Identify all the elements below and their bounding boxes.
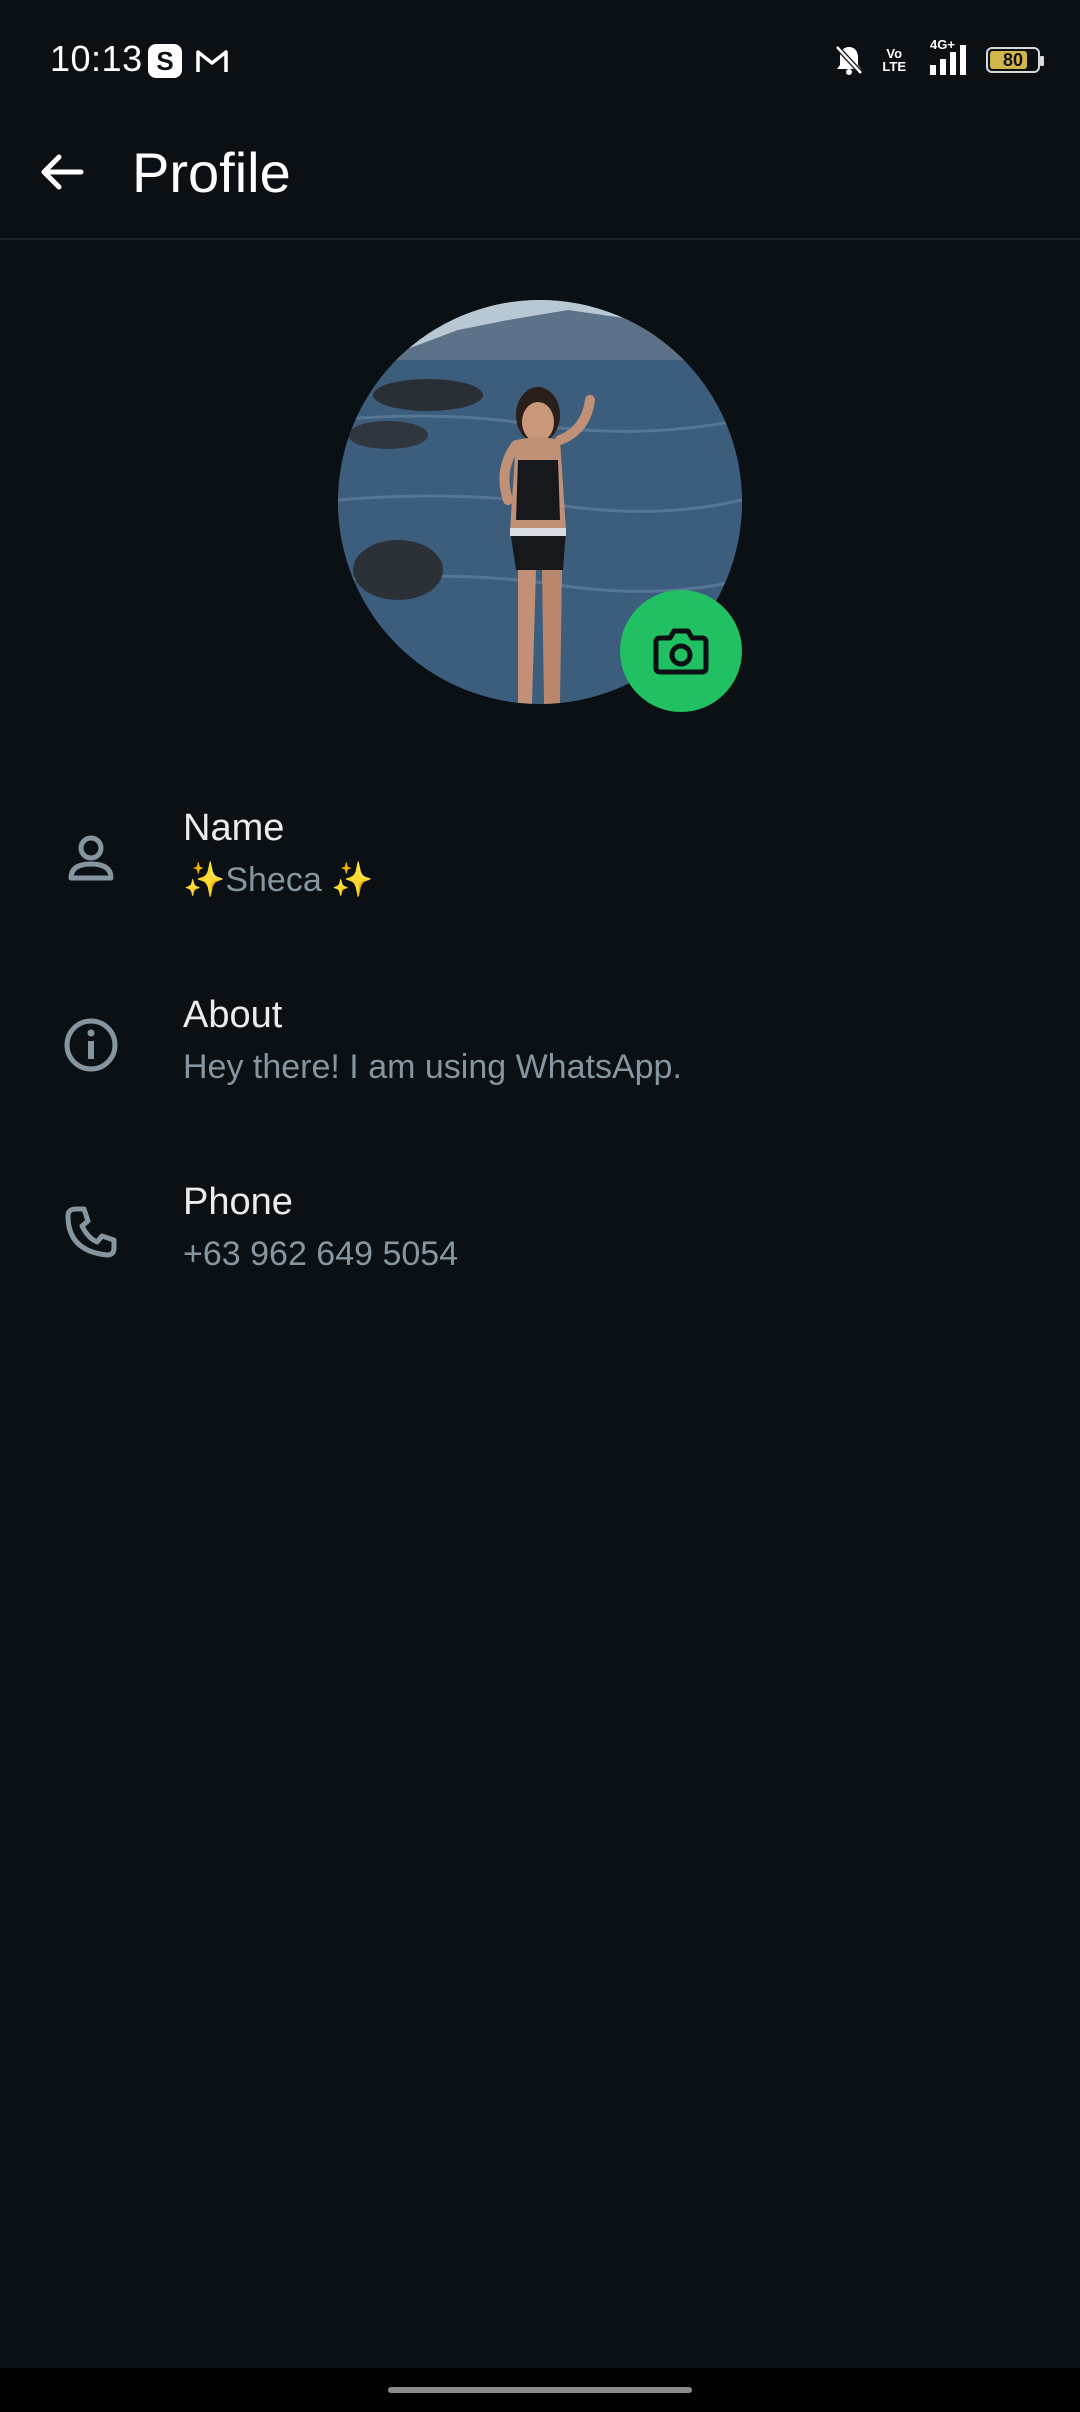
about-row[interactable]: About Hey there! I am using WhatsApp. [0,982,1080,1132]
home-indicator[interactable] [388,2387,692,2393]
name-row[interactable]: Name ✨Sheca ✨ [0,795,1080,945]
app-header: Profile [0,120,1080,240]
phone-label: Phone [183,1181,293,1223]
arrow-back-icon [41,154,84,190]
system-nav-bar [0,2368,1080,2412]
status-time: 10:13 [50,38,143,79]
about-label: About [183,994,283,1036]
phone-row: Phone +63 962 649 5054 [0,1169,1080,1319]
name-value: ✨Sheca ✨ [183,861,374,899]
bell-off-icon [835,45,864,75]
gmail-icon [196,50,228,72]
status-icons: Vo LTE 4G+ 80 [834,37,1044,80]
s-app-icon: S [148,44,182,78]
battery-level: 80 [1002,49,1024,70]
camera-icon [653,628,709,675]
about-value: Hey there! I am using WhatsApp. [183,1048,682,1086]
name-label: Name [183,807,285,849]
info-icon [56,1010,126,1080]
signal-icon: 4G+ [924,37,968,77]
profile-photo-container [338,300,742,712]
change-photo-button[interactable] [620,590,742,712]
status-bar: 10:13 S Vo LTE 4G+ 80 [0,0,1080,120]
phone-icon [56,1197,126,1267]
volte-line2: LTE [882,59,906,74]
page-title: Profile [132,141,291,204]
battery-icon: 80 [986,47,1044,73]
phone-value: +63 962 649 5054 [183,1235,459,1273]
volte-icon: Vo LTE [882,47,906,73]
back-button[interactable] [32,142,92,202]
person-icon [56,823,126,893]
